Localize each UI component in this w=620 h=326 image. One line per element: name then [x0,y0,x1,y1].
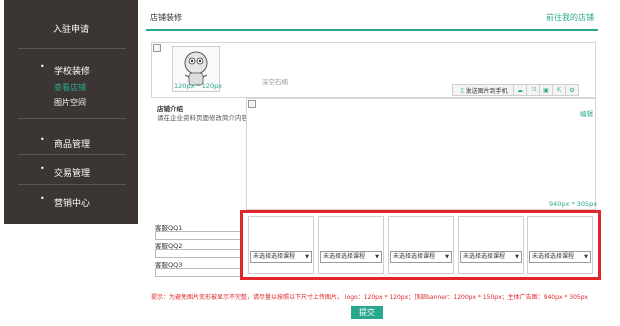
course-slot [458,216,524,274]
bullet-icon: • [40,164,45,173]
course-slot [527,216,593,274]
course-select[interactable]: 未选择选择课程 ▼ [529,251,591,263]
store-intro-desc: 请在企业资料页面修改简介内容 [157,114,248,122]
select-value: 未选择选择课程 [253,253,296,260]
course-slot [388,216,454,274]
sidebar-item-label: 交易管理 [54,169,91,179]
broken-image-icon [248,100,256,108]
export-icon: ⇱ [556,86,562,94]
send-to-phone-button[interactable]: ▯ 发送图片到手机 [452,84,514,96]
save-icon: ▣ [543,86,549,94]
upload-tip: 提示：为避免图片变形被显示不完整，请尽量以按照以下尺寸上传图片。 logo：12… [151,294,589,301]
course-select[interactable]: 未选择选择课程 ▼ [390,251,452,263]
caret-down-icon: ▼ [375,254,379,260]
caret-down-icon: ▼ [445,254,449,260]
bullet-icon: • [40,62,45,71]
send-to-phone-label: 发送图片到手机 [465,87,508,95]
select-value: 未选择选择课程 [323,253,366,260]
sidebar: 入驻申请 • 学校装修 查看店铺 图片空间 • 商品管理 • 交易管理 • 营销… [4,0,138,224]
sidebar-divider [18,118,126,119]
shuffle-button[interactable]: ⤨ [526,84,540,96]
sidebar-sub-view-store[interactable]: 查看店铺 [54,82,86,93]
cloud-button[interactable]: ☁ [513,84,527,96]
sidebar-item-label: 商品管理 [54,140,91,150]
settings-icon: ⚙ [569,86,575,94]
select-value: 未选择选择课程 [532,253,575,260]
cloud-icon: ☁ [517,86,523,94]
sidebar-item-label: 营销中心 [54,199,91,209]
ad-edit-link[interactable]: 编辑 [580,108,593,118]
course-slot [248,216,314,274]
qq1-input[interactable] [155,231,243,240]
submit-button[interactable]: 提交 [351,306,383,319]
sidebar-item-apply[interactable]: 入驻申请 [4,22,138,35]
sidebar-divider [18,154,126,155]
course-slot [318,216,384,274]
course-select[interactable]: 未选择选择课程 ▼ [250,251,312,263]
ad-size-label: 940px * 305px [549,200,598,208]
logo-size-label: 120px * 120px [174,82,223,90]
qq2-input[interactable] [155,249,243,258]
select-value: 未选择选择课程 [393,253,436,260]
shuffle-icon: ⤨ [530,86,536,93]
qq3-input[interactable] [155,268,243,277]
bullet-icon: • [40,194,45,203]
select-value: 未选择选择课程 [463,253,506,260]
course-select[interactable]: 未选择选择课程 ▼ [320,251,382,263]
sidebar-sub-image-space[interactable]: 图片空间 [54,97,86,108]
save-button[interactable]: ▣ [539,84,553,96]
sidebar-divider [18,48,126,49]
header-divider [146,29,598,31]
store-name: 深空石楠 [262,78,288,86]
sidebar-divider [18,184,126,185]
go-to-my-store-link[interactable]: 前往我的店铺 [546,12,594,23]
caret-down-icon: ▼ [584,254,588,260]
caret-down-icon: ▼ [305,254,309,260]
ad-image-area[interactable] [246,98,596,210]
bullet-icon: • [40,135,45,144]
export-button[interactable]: ⇱ [552,84,566,96]
phone-icon: ▯ [460,86,464,94]
broken-image-icon [153,44,161,52]
caret-down-icon: ▼ [515,254,519,260]
page-title: 店铺装修 [150,13,182,22]
banner-toolbar: ▯ 发送图片到手机 ☁ ⤨ ▣ ⇱ ⚙ [452,84,579,96]
sidebar-item-label: 学校装修 [54,67,91,77]
settings-button[interactable]: ⚙ [565,84,579,96]
course-select[interactable]: 未选择选择课程 ▼ [460,251,522,263]
